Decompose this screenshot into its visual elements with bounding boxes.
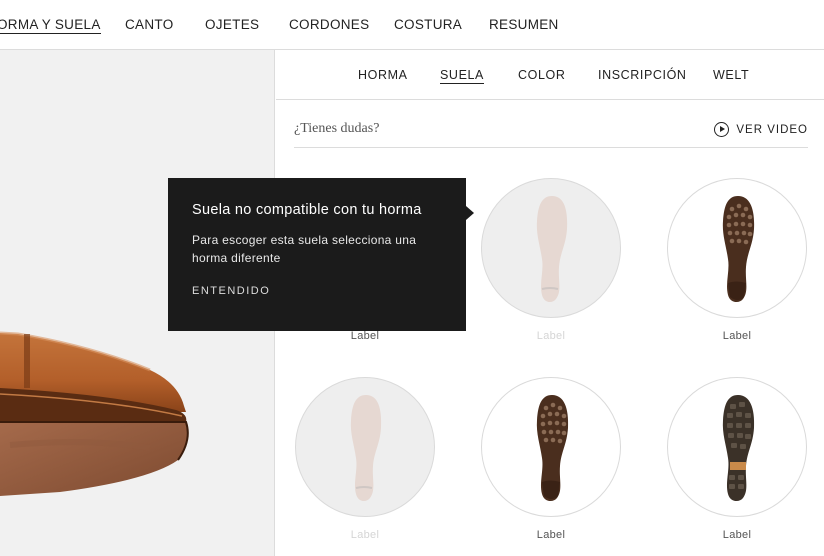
sub-nav: HORMA SUELA COLOR INSCRIPCIÓN WELT [276, 50, 824, 100]
sole-option-image [481, 377, 621, 517]
video-label: VER VIDEO [736, 123, 808, 136]
tab-color[interactable]: COLOR [518, 68, 565, 82]
sole-option-label: Label [350, 330, 380, 342]
sole-option-image [295, 377, 435, 517]
top-nav: ORMA Y SUELA CANTO OJETES CORDONES COSTU… [0, 0, 824, 50]
sole-option-label: Label [536, 330, 566, 342]
sole-option-disabled[interactable]: Label [481, 178, 621, 342]
sole-option-label: Label [722, 330, 752, 342]
play-circle-icon [714, 122, 730, 137]
top-nav-item-forma-suela[interactable]: ORMA Y SUELA [0, 17, 101, 34]
tab-welt[interactable]: WELT [713, 68, 749, 82]
incompatible-sole-tooltip: Suela no compatible con tu horma Para es… [168, 178, 474, 331]
help-question: ¿Tienes dudas? [294, 121, 380, 136]
top-nav-item-costura[interactable]: COSTURA [394, 17, 462, 32]
sole-option-disabled[interactable]: Label [295, 377, 435, 541]
sole-option-label: Label [536, 529, 566, 541]
top-nav-item-canto[interactable]: CANTO [125, 17, 174, 32]
sole-option-label: Label [350, 529, 380, 541]
sole-option[interactable]: Label [481, 377, 621, 541]
tab-inscripcion[interactable]: INSCRIPCIÓN [598, 68, 687, 82]
help-row: ¿Tienes dudas? VER VIDEO [294, 110, 808, 148]
sole-option-image [481, 178, 621, 318]
sole-option-image [667, 178, 807, 318]
sole-option-image [667, 377, 807, 517]
sole-option[interactable]: Label [667, 377, 807, 541]
tab-horma[interactable]: HORMA [358, 68, 408, 82]
sole-option[interactable]: Label [667, 178, 807, 342]
tooltip-body: Para escoger esta suela selecciona una h… [192, 233, 417, 265]
tab-suela[interactable]: SUELA [440, 68, 484, 84]
video-button[interactable]: VER VIDEO [714, 122, 808, 137]
entendido-button[interactable]: ENTENDIDO [192, 285, 270, 297]
tooltip-title: Suela no compatible con tu horma [192, 202, 422, 218]
top-nav-item-ojetes[interactable]: OJETES [205, 17, 259, 32]
top-nav-item-cordones[interactable]: CORDONES [289, 17, 369, 32]
sole-option-label: Label [722, 529, 752, 541]
top-nav-item-resumen[interactable]: RESUMEN [489, 17, 559, 32]
